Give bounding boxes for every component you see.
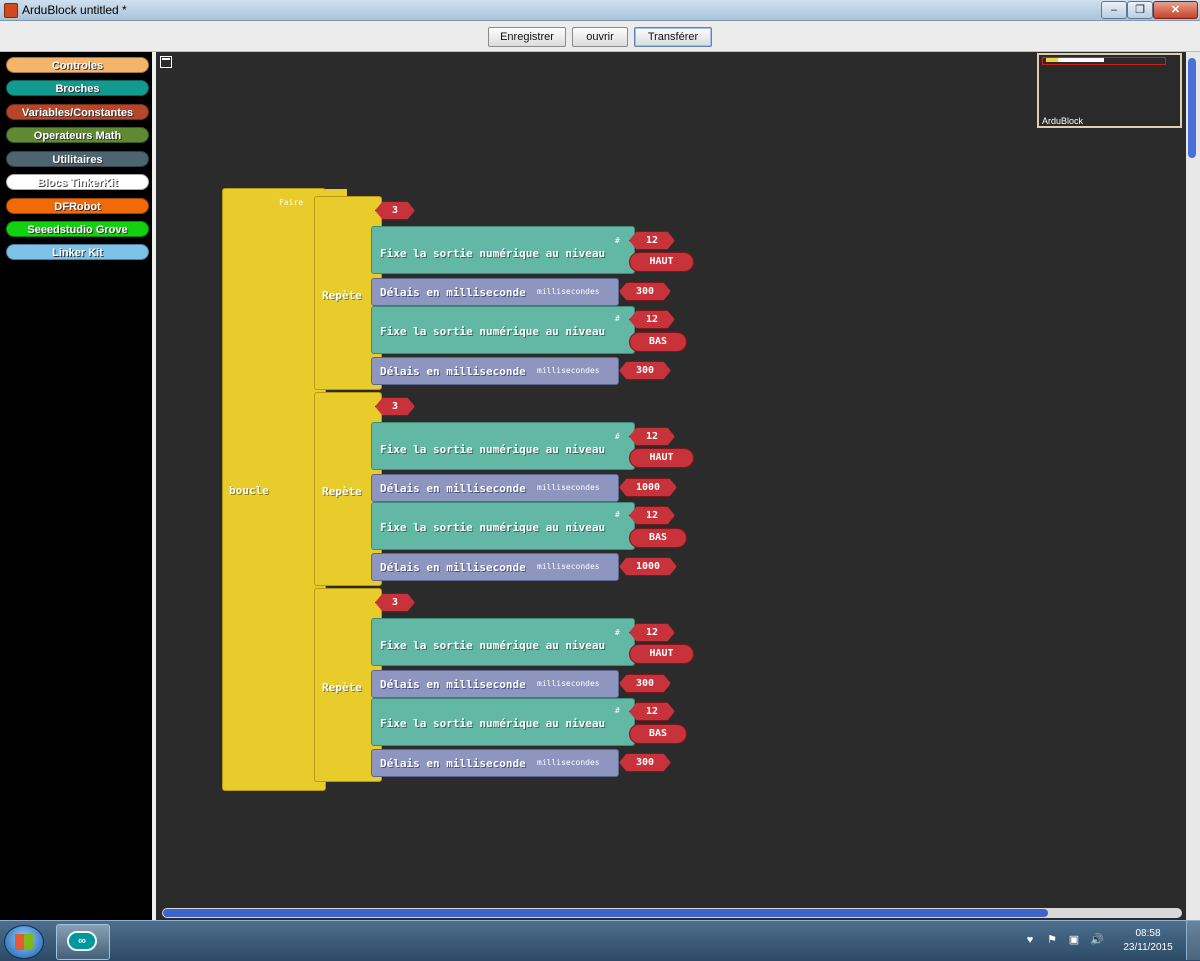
pin-value[interactable]: 12 [629,506,675,525]
do-label: Faire [279,198,304,207]
save-button[interactable]: Enregistrer [488,27,566,47]
delay-value[interactable]: 300 [619,674,671,693]
pin-hash-label: # [615,510,620,519]
level-value[interactable]: HAUT [629,252,694,272]
taskbar: ∞ [0,920,1200,961]
collapse-icon[interactable] [160,56,172,68]
clock-time: 08:58 [1135,928,1161,939]
minimap[interactable]: ArduBlock [1037,53,1182,128]
palette-variables[interactable]: Variables/Constantes [6,104,149,120]
delay-unit-label: millisecondes [537,287,600,296]
clock-date: 23/11/2015 [1123,942,1173,953]
open-button[interactable]: ouvrir [572,27,628,47]
delay-unit-label: millisecondes [537,758,600,767]
palette-utilities[interactable]: Utilitaires [6,151,149,167]
network-tray-icon[interactable]: ▣ [1068,934,1080,946]
digital-write-label: Fixe la sortie numérique au niveau [380,247,606,260]
loop-label: boucle [229,484,269,497]
pin-value[interactable]: 12 [629,310,675,329]
upload-button[interactable]: Transférer [634,27,712,47]
toolbar: Enregistrer ouvrir Transférer [0,21,1200,52]
delay-label: Délais en milliseconde [380,678,526,691]
delay-value[interactable]: 300 [619,361,671,380]
level-value[interactable]: HAUT [629,448,694,468]
minimize-button[interactable]: ‒ [1101,1,1127,19]
security-tray-icon[interactable]: ♥ [1024,934,1036,946]
delay-unit-label: millisecondes [537,562,600,571]
java-app-icon [4,3,18,18]
minimap-loop-preview [1046,58,1058,62]
digital-write-label: Fixe la sortie numérique au niveau [380,521,606,534]
palette-grove[interactable]: Seeedstudio Grove [6,221,149,237]
palette-math[interactable]: Operateurs Math [6,127,149,143]
vertical-scroll-thumb[interactable] [1188,58,1196,158]
flag-tray-icon[interactable]: ⚑ [1046,934,1058,946]
delay-label: Délais en milliseconde [380,286,526,299]
pin-value[interactable]: 12 [629,231,675,250]
window-title: ArduBlock untitled * [22,3,127,17]
pin-hash-label: # [615,628,620,637]
level-value[interactable]: BAS [629,332,687,352]
maximize-button[interactable]: ❐ [1127,1,1153,19]
windows-logo-icon [15,934,33,950]
repeat-count[interactable]: 3 [375,593,415,612]
repeat-label: Repète [322,485,362,498]
digital-write-label: Fixe la sortie numérique au niveau [380,443,606,456]
repeat-label: Repète [322,289,362,302]
pin-hash-label: # [615,706,620,715]
pin-value[interactable]: 12 [629,702,675,721]
repeat-count[interactable]: 3 [375,397,415,416]
pin-hash-label: # [615,236,620,245]
repeat-count[interactable]: 3 [375,201,415,220]
pin-hash-label: # [615,432,620,441]
taskbar-arduino-item[interactable]: ∞ [56,924,110,960]
minimap-label: ArduBlock [1042,116,1084,126]
palette-controls[interactable]: Controles [6,57,149,73]
level-value[interactable]: HAUT [629,644,694,664]
pin-value[interactable]: 12 [629,623,675,642]
show-desktop-button[interactable] [1186,921,1200,960]
delay-value[interactable]: 300 [619,753,671,772]
digital-write-label: Fixe la sortie numérique au niveau [380,325,606,338]
delay-label: Délais en milliseconde [380,561,526,574]
palette-linkerkit[interactable]: Linker Kit [6,244,149,260]
system-clock[interactable]: 08:58 23/11/2015 [1114,927,1182,955]
delay-value[interactable]: 1000 [619,478,677,497]
palette-tinkerkit[interactable]: Blocs TinkerKit [6,174,149,190]
close-button[interactable]: ✕ [1153,1,1198,19]
delay-value[interactable]: 1000 [619,557,677,576]
delay-value[interactable]: 300 [619,282,671,301]
delay-unit-label: millisecondes [537,483,600,492]
volume-tray-icon[interactable]: 🔊 [1090,934,1104,946]
digital-write-label: Fixe la sortie numérique au niveau [380,717,606,730]
palette-pins[interactable]: Broches [6,80,149,96]
pin-hash-label: # [615,314,620,323]
horizontal-scrollbar[interactable] [162,908,1182,918]
delay-unit-label: millisecondes [537,679,600,688]
pin-value[interactable]: 12 [629,427,675,446]
window-title-bar: ArduBlock untitled * ‒ ❐ ✕ [0,0,1200,21]
digital-write-label: Fixe la sortie numérique au niveau [380,639,606,652]
level-value[interactable]: BAS [629,528,687,548]
start-button[interactable] [4,925,44,959]
delay-label: Délais en milliseconde [380,757,526,770]
delay-label: Délais en milliseconde [380,482,526,495]
delay-unit-label: millisecondes [537,366,600,375]
palette-dfrobot[interactable]: DFRobot [6,198,149,214]
arduino-icon: ∞ [67,931,97,951]
delay-label: Délais en milliseconde [380,365,526,378]
vertical-scrollbar[interactable] [1186,52,1200,920]
horizontal-scroll-thumb[interactable] [163,909,1048,917]
level-value[interactable]: BAS [629,724,687,744]
repeat-label: Repète [322,681,362,694]
